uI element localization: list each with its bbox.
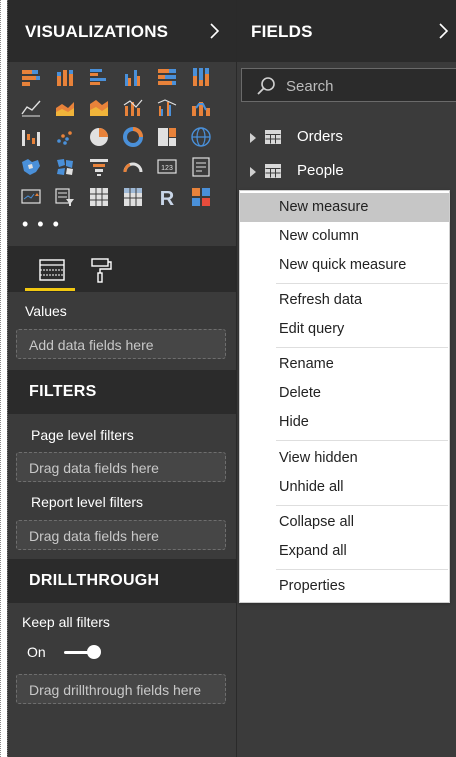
fields-header: FIELDS (237, 0, 456, 62)
globe-map-icon[interactable] (190, 126, 212, 148)
table-icon[interactable] (88, 186, 110, 208)
menu-separator (276, 283, 448, 284)
menu-item-edit-query[interactable]: Edit query (240, 315, 449, 344)
100-column-icon[interactable] (190, 66, 212, 88)
ribbon-chart-icon[interactable] (190, 96, 212, 118)
menu-item-refresh-data[interactable]: Refresh data (240, 286, 449, 315)
shape-map-icon[interactable] (54, 156, 76, 178)
active-tab-indicator (25, 288, 75, 291)
menu-separator (276, 505, 448, 506)
menu-item-new-measure[interactable]: New measure (240, 193, 449, 222)
values-label: Values (25, 303, 67, 319)
menu-item-new-column[interactable]: New column (240, 222, 449, 251)
expand-caret-icon[interactable] (250, 167, 256, 177)
menu-item-hide[interactable]: Hide (240, 408, 449, 437)
r-visual-icon[interactable]: R (156, 186, 178, 208)
values-drop-zone[interactable]: Add data fields here (16, 329, 226, 359)
svg-text:R: R (160, 188, 175, 208)
table-name: Orders (297, 128, 343, 145)
page-filters-drop-zone[interactable]: Drag data fields here (16, 452, 226, 482)
visualizations-header: VISUALIZATIONS (8, 0, 236, 62)
funnel-icon[interactable] (88, 156, 110, 178)
keep-filters-toggle-knob[interactable] (87, 645, 101, 659)
tree-item-people[interactable]: People (237, 157, 456, 187)
fields-tab-icon[interactable] (37, 256, 67, 284)
slicer-icon[interactable] (54, 186, 76, 208)
context-menu: New measure New column New quick measure… (239, 190, 450, 603)
keep-all-filters-label: Keep all filters (22, 614, 110, 630)
more-visuals-icon[interactable]: • • • (22, 214, 61, 235)
stacked-area-icon[interactable] (88, 96, 110, 118)
drillthrough-drop-zone[interactable]: Drag drillthrough fields here (16, 674, 226, 704)
clustered-bar-icon[interactable] (88, 66, 110, 88)
menu-item-view-hidden[interactable]: View hidden (240, 444, 449, 473)
filters-header: FILTERS (8, 370, 236, 414)
multi-row-card-icon[interactable] (190, 156, 212, 178)
donut-icon[interactable] (122, 126, 144, 148)
treemap-icon[interactable] (156, 126, 178, 148)
menu-item-delete[interactable]: Delete (240, 379, 449, 408)
expand-caret-icon[interactable] (250, 133, 256, 143)
area-chart-icon[interactable] (54, 96, 76, 118)
report-filters-drop-zone[interactable]: Drag data fields here (16, 520, 226, 550)
visual-tabbar (8, 246, 236, 292)
search-icon (257, 77, 275, 95)
line-clustered-column-icon[interactable] (156, 96, 178, 118)
clustered-column-icon[interactable] (122, 66, 144, 88)
format-paint-roller-icon[interactable] (86, 256, 116, 284)
toggle-state-label: On (27, 644, 46, 660)
menu-separator (276, 569, 448, 570)
visualizations-pane: VISUALIZATIONS 123 R • • • Values Add dat… (7, 0, 236, 757)
menu-separator (276, 347, 448, 348)
menu-item-new-quick-measure[interactable]: New quick measure (240, 251, 449, 280)
tree-item-orders[interactable]: Orders (237, 123, 456, 153)
kpi-icon[interactable] (20, 186, 42, 208)
page-level-filters-label: Page level filters (31, 427, 134, 443)
100-bar-icon[interactable] (156, 66, 178, 88)
chevron-right-icon[interactable] (435, 22, 451, 40)
menu-item-properties[interactable]: Properties (240, 572, 449, 601)
card-icon[interactable]: 123 (156, 156, 178, 178)
chevron-right-icon[interactable] (206, 22, 222, 40)
menu-item-collapse-all[interactable]: Collapse all (240, 508, 449, 537)
line-chart-icon[interactable] (20, 96, 42, 118)
table-icon (265, 164, 281, 178)
report-level-filters-label: Report level filters (31, 494, 144, 510)
menu-item-expand-all[interactable]: Expand all (240, 537, 449, 566)
search-input[interactable]: Search (241, 68, 456, 102)
visualizations-title: VISUALIZATIONS (25, 22, 169, 41)
svg-text:123: 123 (161, 165, 173, 172)
menu-separator (276, 440, 448, 441)
menu-item-unhide-all[interactable]: Unhide all (240, 473, 449, 502)
stacked-column-icon[interactable] (54, 66, 76, 88)
matrix-icon[interactable] (122, 186, 144, 208)
table-name: People (297, 162, 344, 179)
search-placeholder: Search (286, 78, 334, 95)
table-icon (265, 130, 281, 144)
waterfall-icon[interactable] (20, 126, 42, 148)
scatter-icon[interactable] (54, 126, 76, 148)
drillthrough-header: DRILLTHROUGH (8, 559, 236, 603)
fields-title: FIELDS (251, 22, 313, 41)
stacked-bar-icon[interactable] (20, 66, 42, 88)
gauge-icon[interactable] (122, 156, 144, 178)
window-border (0, 0, 3, 757)
pie-icon[interactable] (88, 126, 110, 148)
menu-item-rename[interactable]: Rename (240, 350, 449, 379)
custom-visual-icon[interactable] (190, 186, 212, 208)
filled-map-icon[interactable] (20, 156, 42, 178)
line-column-icon[interactable] (122, 96, 144, 118)
